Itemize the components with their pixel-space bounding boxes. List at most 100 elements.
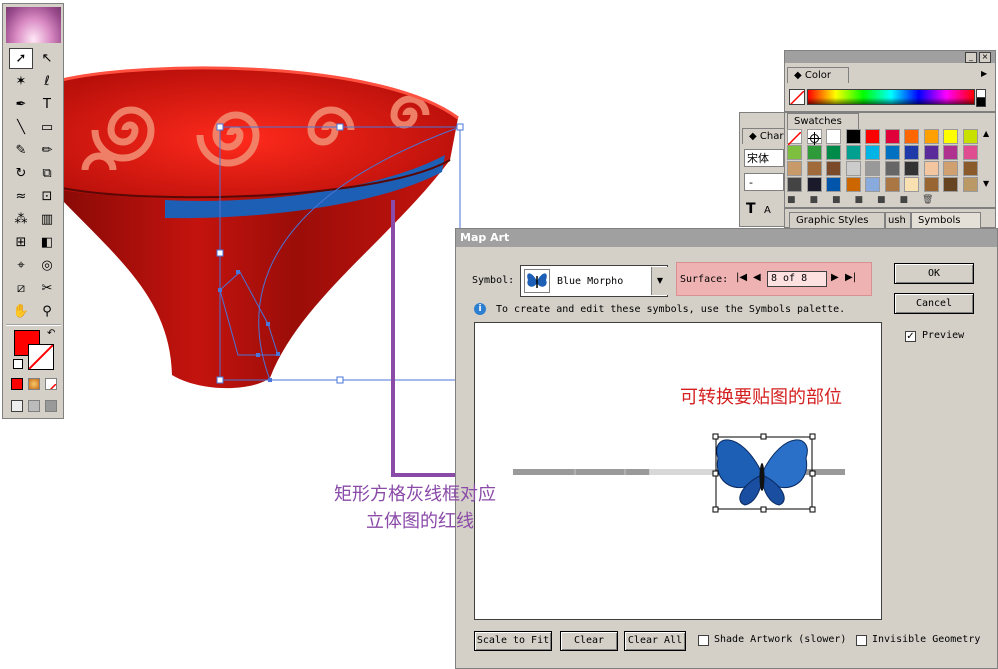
first-surface-icon[interactable]: |◀ [736,272,747,283]
symbol-dropdown[interactable]: Blue Morpho ▼ [520,265,668,297]
swatch[interactable] [943,145,958,160]
swatch[interactable] [787,129,802,146]
swatch[interactable] [923,161,939,176]
scale-tool[interactable]: ⧉ [35,163,59,184]
swatch[interactable] [845,161,861,176]
font-size-field[interactable]: - [744,173,784,191]
swatch[interactable] [943,129,958,144]
swatch[interactable] [865,145,880,160]
swatch[interactable] [884,145,900,160]
swatch[interactable] [865,129,880,144]
swatches-scroll-up-icon[interactable]: ▲ [983,129,989,138]
swatch[interactable] [904,161,919,176]
tab-swatches[interactable]: Swatches [787,113,859,129]
invisible-geometry-checkbox[interactable] [856,635,867,646]
clear-all-button[interactable]: Clear All [624,631,686,651]
column-graph-tool[interactable]: ▥ [35,209,59,230]
swatch[interactable] [826,129,841,144]
map-preview-area[interactable] [474,322,882,620]
none-color-box[interactable] [789,89,805,105]
stroke-swatch[interactable] [28,344,54,370]
surface-field[interactable]: 8 of 8 [767,271,827,287]
zoom-tool[interactable]: ⚲ [35,301,59,322]
free-transform-tool[interactable]: ⊡ [35,186,59,207]
tab-color[interactable]: ◆ Color [787,67,849,83]
cancel-button[interactable]: Cancel [894,293,974,314]
swatch[interactable] [845,177,861,192]
panel-menu-icon[interactable]: ▶ [981,69,987,78]
direct-selection-tool[interactable]: ↖ [35,48,59,69]
scale-to-fit-button[interactable]: Scale to Fit [474,631,552,651]
screen-mode-normal-button[interactable] [11,400,23,412]
rectangle-tool[interactable]: ▭ [35,117,59,138]
swatch[interactable] [962,177,978,192]
gradient-mode-button[interactable] [28,378,40,390]
swatch[interactable] [962,161,978,176]
lasso-tool[interactable]: ℓ [35,71,59,92]
magic-wand-tool[interactable]: ✶ [9,71,33,92]
prev-surface-icon[interactable]: ◀ [753,272,761,283]
swatch[interactable] [943,177,958,192]
type-tool[interactable]: T [35,94,59,115]
swatch[interactable] [806,161,822,176]
swatch[interactable] [884,177,900,192]
tab-symbols[interactable]: Symbols [911,212,981,228]
swatch[interactable] [923,129,939,144]
scissors-tool[interactable]: ✂ [35,278,59,299]
swatch[interactable] [806,177,822,192]
swatch[interactable] [904,145,919,160]
swatch[interactable] [806,145,822,160]
swatch[interactable] [826,177,841,192]
swatch[interactable] [826,161,841,176]
color-spectrum-ramp[interactable] [807,89,975,105]
panel-close-icon[interactable]: × [979,52,991,63]
hand-tool[interactable]: ✋ [9,301,33,322]
screen-mode-full-button[interactable] [45,400,57,412]
swap-fill-stroke-icon[interactable]: ↶ [47,328,55,339]
swatch[interactable] [923,177,939,192]
dropdown-arrow-icon[interactable]: ▼ [651,267,668,295]
selection-tool[interactable]: ➚ [9,48,33,69]
mesh-tool[interactable]: ⊞ [9,232,33,253]
next-surface-icon[interactable]: ▶ [831,272,839,283]
font-field[interactable]: 宋体 [744,149,784,167]
swatch[interactable] [787,177,802,192]
swatch[interactable] [904,129,919,144]
swatch[interactable] [826,145,841,160]
line-tool[interactable]: ╲ [9,117,33,138]
swatch[interactable] [904,177,919,192]
swatch[interactable] [884,129,900,144]
gradient-tool[interactable]: ◧ [35,232,59,253]
swatch[interactable] [845,129,861,144]
preview-checkbox[interactable]: ✓ [905,331,916,342]
swatch[interactable] [962,129,978,144]
screen-mode-menu-button[interactable] [28,400,40,412]
tab-graphic-styles[interactable]: Graphic Styles [789,212,885,228]
panel-minimize-icon[interactable]: _ [965,52,977,63]
warp-tool[interactable]: ≈ [9,186,33,207]
swatch[interactable] [865,161,880,176]
swatch[interactable] [923,145,939,160]
none-mode-button[interactable] [45,378,57,390]
swatch[interactable] [787,161,802,176]
swatches-scroll-down-icon[interactable]: ▼ [983,179,989,188]
clear-button[interactable]: Clear [560,631,618,651]
ok-button[interactable]: OK [894,263,974,284]
black-swatch[interactable] [976,97,986,107]
swatch[interactable] [865,177,880,192]
blend-tool[interactable]: ◎ [35,255,59,276]
symbol-sprayer-tool[interactable]: ⁂ [9,209,33,230]
eyedropper-tool[interactable]: ⌖ [9,255,33,276]
slice-tool[interactable]: ⧄ [9,278,33,299]
tab-brushes[interactable]: ush [885,212,911,228]
swatch[interactable] [845,145,861,160]
color-mode-button[interactable] [11,378,23,390]
rotate-tool[interactable]: ↻ [9,163,33,184]
paintbrush-tool[interactable]: ✎ [9,140,33,161]
swatch[interactable] [884,161,900,176]
swatch[interactable] [806,129,822,145]
swatch[interactable] [943,161,958,176]
pencil-tool[interactable]: ✏ [35,140,59,161]
pen-tool[interactable]: ✒ [9,94,33,115]
swatch[interactable] [787,145,802,160]
